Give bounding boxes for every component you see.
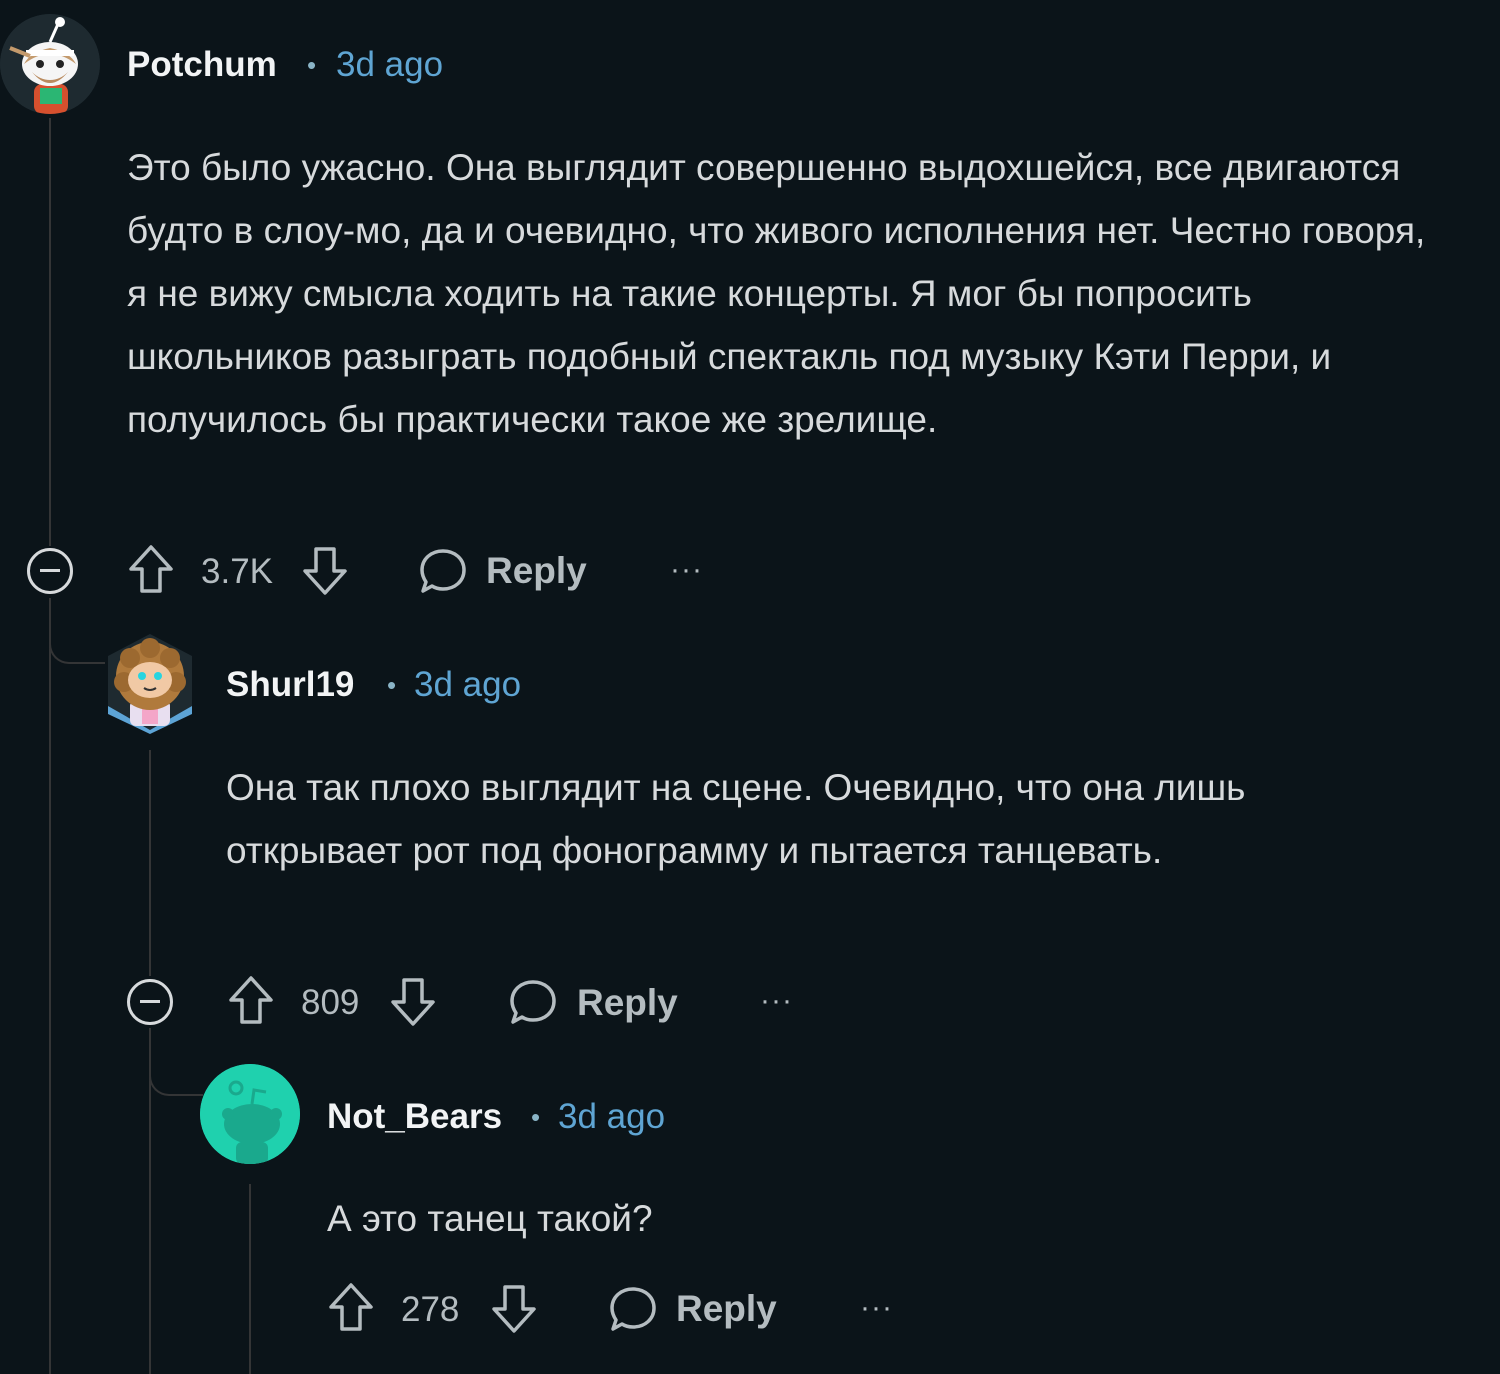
thread-line-level3[interactable] (249, 1184, 251, 1374)
reply-bubble-icon[interactable] (418, 546, 468, 596)
timestamp[interactable]: 3d ago (414, 665, 521, 705)
separator-dot: • (307, 50, 317, 80)
separator-dot: • (387, 670, 397, 700)
upvote-icon[interactable] (227, 974, 275, 1028)
reply-button[interactable]: Reply (577, 982, 678, 1024)
comment-body: А это танец такой? (327, 1198, 653, 1239)
username[interactable]: Shurl19 (226, 665, 354, 705)
snoo-avatar-icon (0, 14, 100, 114)
thread-line-level1-lower[interactable] (49, 598, 51, 1374)
vote-count: 278 (401, 1290, 460, 1329)
downvote-icon[interactable] (301, 543, 349, 597)
thread-elbow-shurl (49, 598, 105, 664)
vote-count: 809 (301, 983, 360, 1022)
more-options-button[interactable]: ··· (860, 1291, 893, 1325)
thread-line-level2[interactable] (149, 750, 151, 976)
thread-elbow-notbears (149, 1028, 203, 1096)
upvote-icon[interactable] (127, 543, 175, 597)
reply-bubble-icon[interactable] (508, 977, 558, 1027)
reddit-snoo-icon (200, 1064, 300, 1164)
avatar[interactable] (200, 1064, 300, 1164)
reply-button[interactable]: Reply (676, 1288, 777, 1330)
username[interactable]: Not_Bears (327, 1097, 502, 1137)
timestamp[interactable]: 3d ago (558, 1097, 665, 1137)
more-options-button[interactable]: ··· (670, 553, 703, 587)
separator-dot: • (531, 1102, 541, 1132)
timestamp[interactable]: 3d ago (336, 45, 443, 85)
comment-body: Это было ужасно. Она выглядит совершенно… (127, 147, 1426, 440)
collapse-thread-button[interactable] (27, 548, 73, 594)
snoo-avatar-icon (108, 634, 192, 734)
downvote-icon[interactable] (490, 1281, 538, 1335)
more-options-button[interactable]: ··· (760, 984, 793, 1018)
avatar[interactable] (104, 630, 196, 734)
downvote-icon[interactable] (389, 974, 437, 1028)
comment-body: Она так плохо выглядит на сцене. Очевидн… (226, 767, 1246, 871)
username[interactable]: Potchum (127, 45, 277, 85)
vote-count: 3.7K (201, 552, 273, 591)
collapse-thread-button[interactable] (127, 979, 173, 1025)
thread-line-level1[interactable] (49, 118, 51, 546)
upvote-icon[interactable] (327, 1281, 375, 1335)
reply-button[interactable]: Reply (486, 550, 587, 592)
reply-bubble-icon[interactable] (608, 1284, 658, 1334)
avatar[interactable] (0, 14, 100, 114)
